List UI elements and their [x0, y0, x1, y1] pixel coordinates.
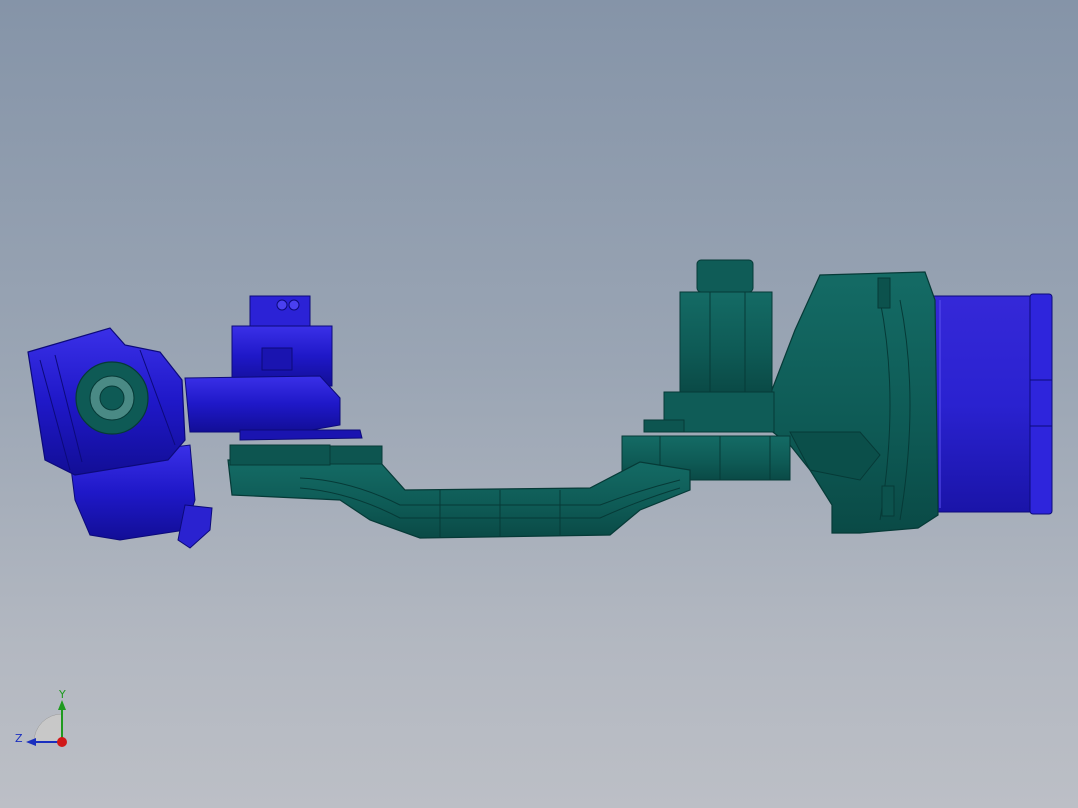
motor-housing[interactable]: [931, 293, 1053, 515]
z-axis-label: Z: [15, 732, 23, 745]
arm-link[interactable]: [227, 444, 691, 539]
robot-arm-model[interactable]: [0, 0, 1078, 808]
wrist-joint[interactable]: [27, 327, 213, 549]
coordinate-triad: [26, 700, 67, 747]
y-axis-label: Y: [59, 688, 66, 701]
shoulder-joint[interactable]: [621, 259, 791, 481]
graphics-viewport[interactable]: Y Z: [0, 0, 1078, 808]
x-axis-dot: [57, 737, 67, 747]
gearbox-housing[interactable]: [769, 271, 939, 534]
elbow-joint[interactable]: [184, 295, 363, 441]
